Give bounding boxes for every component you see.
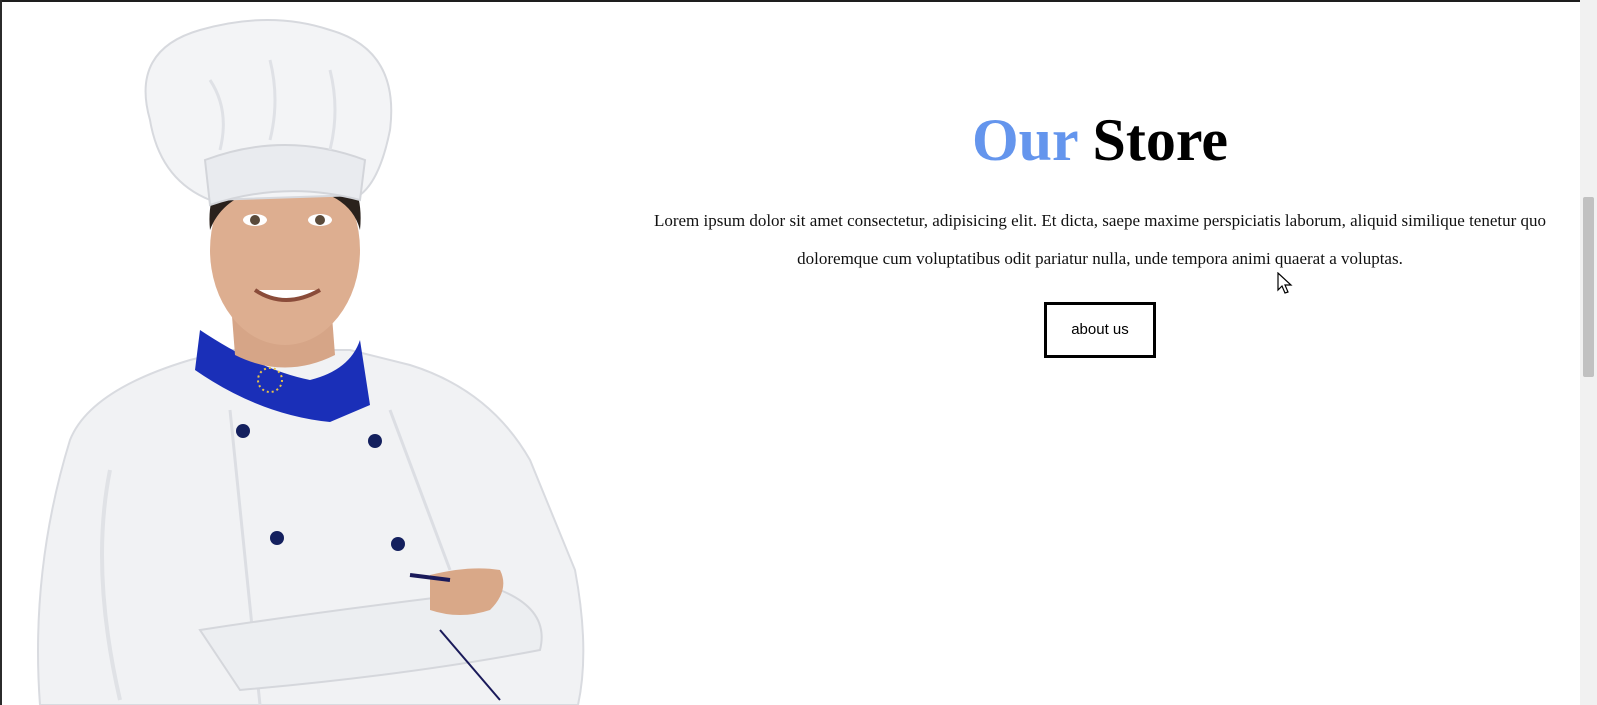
store-section: Our Store Lorem ipsum dolor sit amet con… [650, 100, 1550, 358]
window-left-border [0, 0, 2, 705]
window-top-border [0, 0, 1580, 2]
mouse-pointer-icon [1277, 272, 1293, 294]
chef-image [37, 19, 585, 705]
title-rest: Store [1092, 107, 1229, 173]
store-description: Lorem ipsum dolor sit amet consectetur, … [653, 211, 1547, 268]
title-accent: Our [971, 107, 1078, 173]
scrollbar-thumb[interactable] [1583, 197, 1594, 377]
about-us-button[interactable]: about us [1044, 302, 1156, 358]
page-title: Our Store [650, 100, 1550, 180]
